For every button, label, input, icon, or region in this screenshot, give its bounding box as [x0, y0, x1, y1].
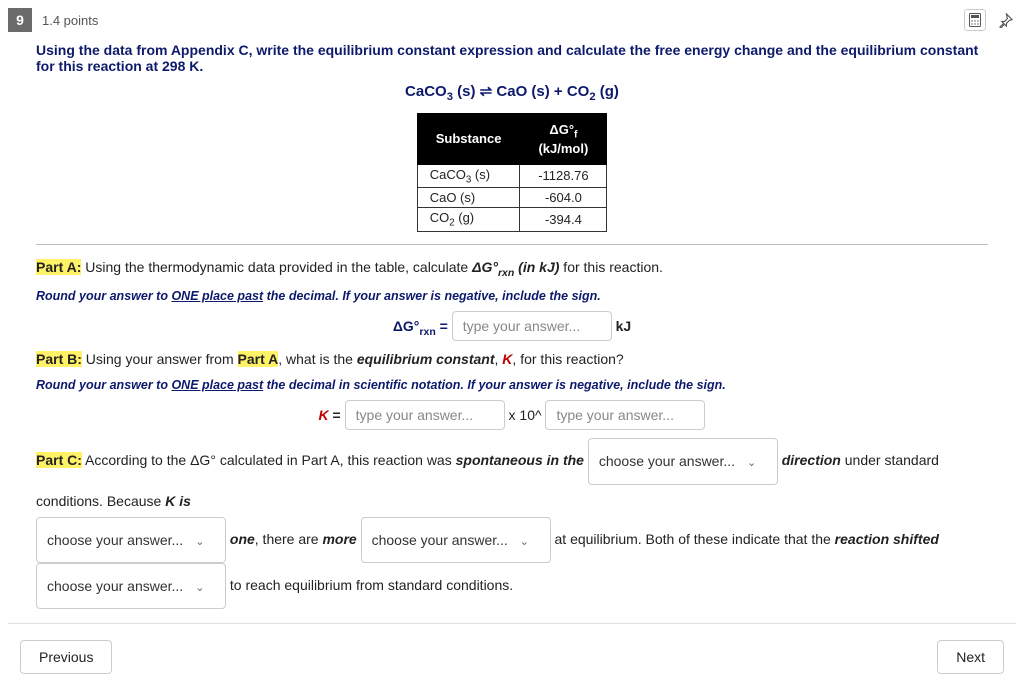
table-header-dgf: ΔG°f(kJ/mol) — [520, 114, 607, 165]
table-header-substance: Substance — [417, 114, 520, 165]
part-b-mantissa-input[interactable] — [345, 400, 505, 430]
dg-rxn-label: ΔG°rxn = — [393, 318, 448, 334]
part-a-text: Part A: Using the thermodynamic data pro… — [36, 257, 988, 282]
k-label: K — [319, 407, 329, 423]
part-c-kcompare-select[interactable]: choose your answer...⌄ — [36, 517, 226, 563]
question-number: 9 — [8, 8, 32, 32]
times-ten-label: x 10^ — [509, 407, 546, 423]
table-row: CaO (s)-604.0 — [417, 188, 607, 208]
unit-kj: kJ — [616, 318, 632, 334]
question-prompt: Using the data from Appendix C, write th… — [36, 42, 988, 74]
part-c-species-select[interactable]: choose your answer...⌄ — [361, 517, 551, 563]
chevron-down-icon: ⌄ — [195, 536, 204, 548]
calculator-icon[interactable] — [964, 9, 986, 31]
table-row: CaCO3 (s)-1128.76 — [417, 164, 607, 188]
thermo-data-table: Substance ΔG°f(kJ/mol) CaCO3 (s)-1128.76… — [417, 113, 608, 232]
part-b-exponent-input[interactable] — [545, 400, 705, 430]
chevron-down-icon: ⌄ — [747, 457, 756, 469]
part-c-text: Part C: According to the ΔG° calculated … — [36, 438, 988, 609]
part-a-input[interactable] — [452, 311, 612, 341]
chevron-down-icon: ⌄ — [520, 536, 529, 548]
divider — [36, 244, 988, 245]
part-c-shift-select[interactable]: choose your answer...⌄ — [36, 563, 226, 609]
points-label: 1.4 points — [42, 13, 98, 28]
part-c-direction-select[interactable]: choose your answer...⌄ — [588, 438, 778, 484]
part-a-hint: Round your answer to ONE place past the … — [36, 289, 988, 303]
table-row: CO2 (g)-394.4 — [417, 208, 607, 232]
part-b-hint: Round your answer to ONE place past the … — [36, 378, 988, 392]
chevron-down-icon: ⌄ — [195, 582, 204, 594]
reaction-equation: CaCO3 (s) ⇌ CaO (s) + CO2 (g) — [36, 82, 988, 103]
pin-icon[interactable] — [994, 9, 1016, 31]
part-b-text: Part B: Using your answer from Part A, w… — [36, 349, 988, 370]
